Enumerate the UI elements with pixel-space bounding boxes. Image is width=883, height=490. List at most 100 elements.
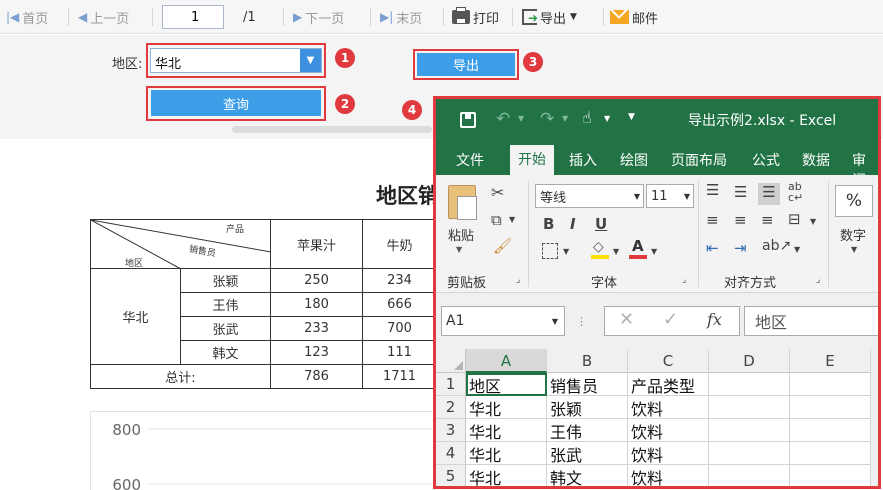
bold-button[interactable]: B <box>543 215 554 233</box>
format-painter-icon[interactable]: 🖌 <box>493 237 512 255</box>
align-right-icon[interactable]: ≡ <box>761 211 774 229</box>
first-page-button[interactable]: |◀ 首页 <box>6 8 48 27</box>
dialog-launcher-icon[interactable]: ⌟ <box>682 275 686 285</box>
last-page-button[interactable]: ▶| 末页 <box>380 8 422 27</box>
row-header[interactable]: 2 <box>436 396 466 419</box>
row-header[interactable]: 5 <box>436 465 466 486</box>
worksheet-cell[interactable]: 销售员 <box>547 373 628 396</box>
copy-icon[interactable]: ⧉ <box>491 211 502 229</box>
prev-page-button[interactable]: ◀ 上一页 <box>78 8 129 27</box>
column-header-a[interactable]: A <box>466 349 547 373</box>
worksheet-cell[interactable] <box>790 442 871 465</box>
customize-toolbar-icon[interactable]: ▼ <box>628 112 635 122</box>
align-bottom-icon[interactable]: ☰ <box>758 183 780 205</box>
increase-indent-icon[interactable]: ⇥ <box>734 239 747 257</box>
column-header-e[interactable]: E <box>790 349 871 373</box>
worksheet-cell[interactable]: 饮料 <box>628 442 709 465</box>
fill-color-icon[interactable]: ◇ <box>591 239 609 259</box>
worksheet-cell[interactable]: 饮料 <box>628 396 709 419</box>
formula-input[interactable]: 地区 <box>744 306 878 336</box>
row-header[interactable]: 4 <box>436 442 466 465</box>
border-icon[interactable] <box>542 243 558 259</box>
font-size-select[interactable]: 11 ▼ <box>646 184 694 208</box>
dialog-launcher-icon[interactable]: ⌟ <box>816 275 820 285</box>
insert-function-icon[interactable]: fx <box>707 310 722 329</box>
worksheet-cell[interactable]: 王伟 <box>547 419 628 442</box>
worksheet-cell[interactable]: 韩文 <box>547 465 628 486</box>
font-color-icon[interactable]: A <box>629 237 647 259</box>
region-select[interactable]: 华北 ▼ <box>150 48 322 73</box>
align-left-icon[interactable]: ≡ <box>706 211 719 229</box>
chevron-down-icon[interactable]: ▼ <box>300 49 321 72</box>
worksheet-cell[interactable]: 华北 <box>466 419 547 442</box>
align-center-icon[interactable]: ≡ <box>734 211 747 229</box>
worksheet-cell[interactable] <box>709 419 790 442</box>
wrap-text-icon[interactable]: ab c↵ <box>788 181 803 203</box>
align-top-icon[interactable]: ☰ <box>706 181 719 199</box>
worksheet-cell[interactable] <box>790 373 871 396</box>
tab-page-layout[interactable]: 页面布局 <box>671 150 727 170</box>
touch-mode-icon[interactable]: ☝ <box>582 108 592 127</box>
worksheet-cell[interactable] <box>709 442 790 465</box>
worksheet-cell[interactable]: 饮料 <box>628 419 709 442</box>
align-middle-icon[interactable]: ☰ <box>734 183 747 201</box>
row-header[interactable]: 1 <box>436 373 466 396</box>
query-button[interactable]: 查询 <box>151 90 321 116</box>
worksheet-cell[interactable]: 产品类型 <box>628 373 709 396</box>
worksheet-cell[interactable] <box>709 465 790 486</box>
worksheet-cell[interactable] <box>790 465 871 486</box>
worksheet-cell[interactable]: 张颖 <box>547 396 628 419</box>
worksheet-cell[interactable]: 饮料 <box>628 465 709 486</box>
number-format-button[interactable]: % <box>835 185 873 217</box>
undo-icon[interactable]: ↶ <box>496 109 510 129</box>
print-button[interactable]: 打印 <box>452 7 499 27</box>
worksheet-cell[interactable]: 华北 <box>466 396 547 419</box>
worksheet-cell[interactable] <box>709 396 790 419</box>
paste-label[interactable]: 粘贴 <box>448 225 474 244</box>
column-header-c[interactable]: C <box>628 349 709 373</box>
export-button[interactable]: 导出 <box>417 53 515 76</box>
tab-formulas[interactable]: 公式 <box>752 150 780 170</box>
redo-icon[interactable]: ↷ <box>540 109 554 129</box>
orientation-icon[interactable]: ab↗ <box>762 238 791 254</box>
select-all-corner[interactable] <box>436 349 466 373</box>
mail-button[interactable]: 邮件 <box>610 8 658 27</box>
tab-insert[interactable]: 插入 <box>569 150 597 170</box>
page-number-input[interactable] <box>162 5 224 29</box>
column-header-d[interactable]: D <box>709 349 790 373</box>
worksheet-cell[interactable]: 地区 <box>466 373 547 396</box>
tab-draw[interactable]: 绘图 <box>620 150 648 170</box>
tab-home[interactable]: 开始 <box>510 145 554 175</box>
chevron-down-icon[interactable]: ▼ <box>604 114 610 123</box>
paste-icon[interactable] <box>448 185 477 220</box>
worksheet-cell[interactable] <box>790 419 871 442</box>
save-icon[interactable] <box>460 112 476 128</box>
name-box[interactable]: A1 ▼ <box>441 306 565 336</box>
tab-data[interactable]: 数据 <box>802 150 830 170</box>
chevron-down-icon[interactable]: ▼ <box>518 114 524 123</box>
underline-button[interactable]: U <box>595 215 607 233</box>
cut-icon[interactable]: ✂ <box>491 183 504 202</box>
tab-file[interactable]: 文件 <box>456 150 484 170</box>
worksheet-cell[interactable]: 张武 <box>547 442 628 465</box>
italic-button[interactable]: I <box>570 215 576 233</box>
worksheet-cell[interactable]: 华北 <box>466 465 547 486</box>
cancel-icon[interactable]: ✕ <box>619 309 634 330</box>
worksheet-cell[interactable] <box>790 396 871 419</box>
export-menu-button[interactable]: ➜ 导出 ▼ <box>522 8 577 27</box>
worksheet-cell[interactable] <box>709 373 790 396</box>
column-header-b[interactable]: B <box>547 349 628 373</box>
next-page-button[interactable]: ▶ 下一页 <box>293 8 344 27</box>
horizontal-scrollbar[interactable] <box>232 126 432 133</box>
number-label[interactable]: 数字 <box>840 225 866 244</box>
font-name-select[interactable]: 等线 ▼ <box>535 184 644 208</box>
formula-bar-splitter-icon[interactable]: ⋮ <box>576 315 587 328</box>
worksheet-cell[interactable]: 华北 <box>466 442 547 465</box>
enter-icon[interactable]: ✓ <box>663 309 678 330</box>
dialog-launcher-icon[interactable]: ⌟ <box>516 275 520 285</box>
decrease-indent-icon[interactable]: ⇤ <box>706 239 719 257</box>
merge-cells-icon[interactable]: ⊟ <box>788 210 801 228</box>
row-header[interactable]: 3 <box>436 419 466 442</box>
chevron-down-icon[interactable]: ▼ <box>456 245 462 254</box>
chevron-down-icon[interactable]: ▼ <box>562 114 568 123</box>
